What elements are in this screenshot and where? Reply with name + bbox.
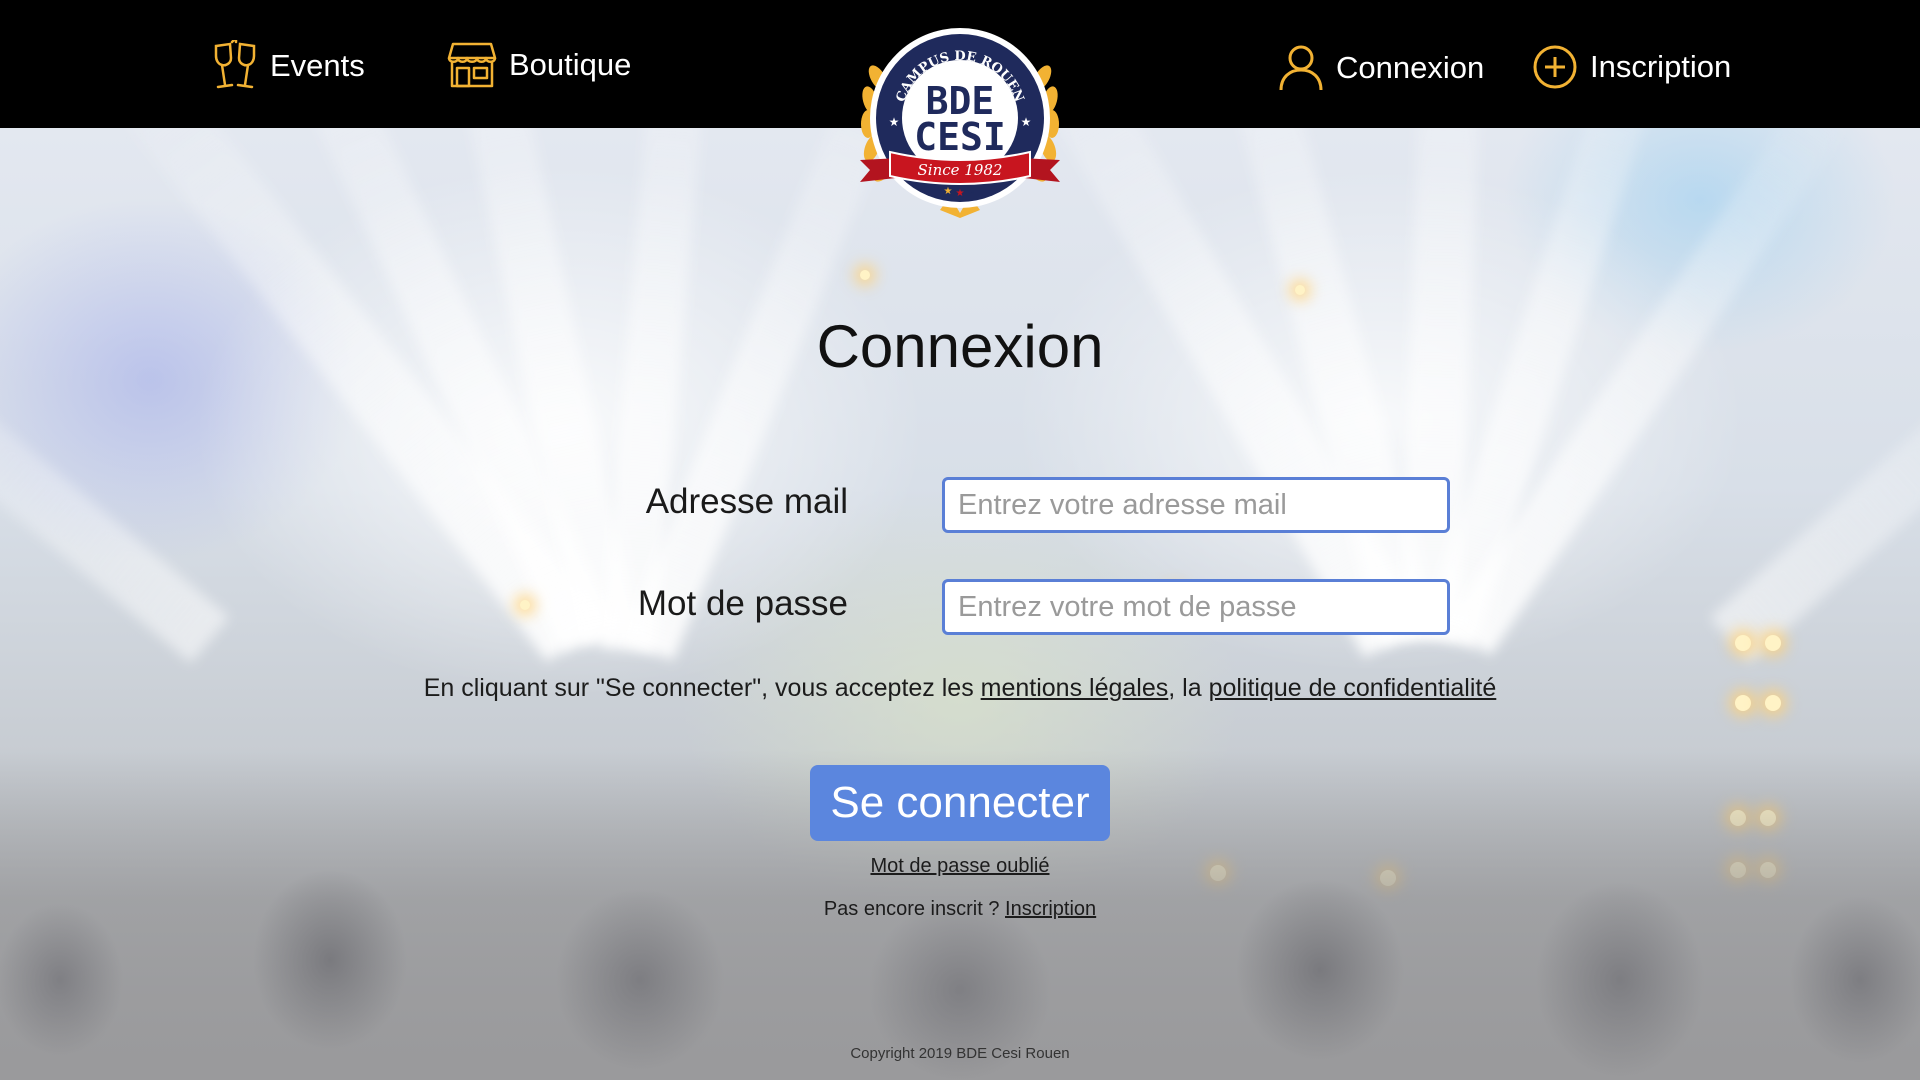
svg-text:★: ★ xyxy=(956,188,965,199)
nav-inscription-label: Inscription xyxy=(1590,49,1732,84)
nav-connexion-label: Connexion xyxy=(1336,50,1485,85)
nav-boutique-label: Boutique xyxy=(509,47,632,82)
nav-events-link[interactable]: Events xyxy=(212,40,365,92)
legal-notice-link[interactable]: mentions légales xyxy=(981,674,1169,702)
svg-text:★: ★ xyxy=(889,115,900,129)
logo-line-2: CESI xyxy=(914,115,1006,159)
terms-prefix-text: En cliquant sur "Se connecter", vous acc… xyxy=(423,674,981,702)
signup-link[interactable]: Inscription xyxy=(1005,898,1096,920)
nav-events-label: Events xyxy=(270,48,365,83)
bde-cesi-logo[interactable]: CAMPUS DE ROUEN ★ ★ BDE CESI Since 1982 … xyxy=(840,18,1080,228)
footer-copyright: Copyright 2019 BDE Cesi Rouen xyxy=(850,1045,1070,1062)
forgot-password-link[interactable]: Mot de passe oublié xyxy=(870,855,1049,877)
svg-text:★: ★ xyxy=(1021,115,1032,129)
forgot-password-line: Mot de passe oublié xyxy=(0,855,1920,878)
password-label: Mot de passe xyxy=(637,584,848,623)
terms-middle-text: , la xyxy=(1168,674,1209,702)
signup-prompt-text: Pas encore inscrit ? xyxy=(823,898,1006,920)
nav-connexion-link[interactable]: Connexion xyxy=(1278,44,1484,92)
terms-notice: En cliquant sur "Se connecter", vous acc… xyxy=(0,674,1920,703)
logo-ribbon-text: Since 1982 xyxy=(918,161,1003,179)
top-navigation-bar: Events Boutique Connexion Inscription CA… xyxy=(0,0,1920,218)
champagne-glasses-icon xyxy=(212,40,258,92)
nav-boutique-link[interactable]: Boutique xyxy=(447,42,631,88)
storefront-icon xyxy=(447,42,497,88)
signup-prompt: Pas encore inscrit ? Inscription xyxy=(0,898,1920,921)
login-submit-button[interactable]: Se connecter xyxy=(810,765,1110,841)
svg-text:★: ★ xyxy=(968,186,977,197)
email-label: Adresse mail xyxy=(645,482,848,521)
nav-inscription-link[interactable]: Inscription xyxy=(1532,44,1731,90)
user-icon xyxy=(1278,44,1324,92)
plus-circle-icon xyxy=(1532,44,1578,90)
email-field[interactable] xyxy=(942,477,1450,533)
svg-text:★: ★ xyxy=(944,186,953,197)
page-title: Connexion xyxy=(816,313,1104,380)
password-field[interactable] xyxy=(942,579,1450,635)
privacy-policy-link[interactable]: politique de confidentialité xyxy=(1209,674,1497,702)
